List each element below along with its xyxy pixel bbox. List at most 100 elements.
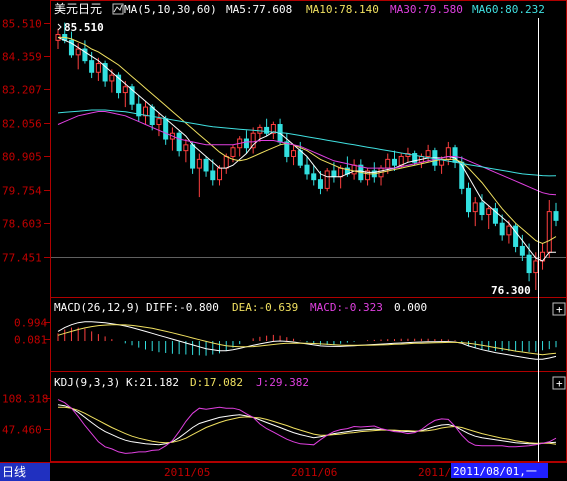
candle-body xyxy=(331,170,337,178)
candle-body xyxy=(425,150,431,157)
candle-body xyxy=(291,150,297,157)
kdj-y-tick-label: 108.318 xyxy=(2,393,48,406)
candle-body xyxy=(264,126,270,134)
x-label-may: 2011/05 xyxy=(164,466,210,479)
candle-body xyxy=(210,170,216,181)
ma10-value: MA10:78.140 xyxy=(306,3,379,16)
kdj-k-value: K:21.182 xyxy=(126,376,179,389)
candle-body xyxy=(553,211,559,221)
ma-indicator-label[interactable]: MA(5,10,30,60) xyxy=(124,3,217,16)
candle-body xyxy=(216,167,223,181)
svg-text:+: + xyxy=(556,303,563,316)
candle-body xyxy=(163,118,169,140)
ma5-value: MA5:77.608 xyxy=(226,3,292,16)
candle xyxy=(183,139,189,163)
candle-body xyxy=(513,225,519,247)
candle-body xyxy=(223,155,229,169)
candle xyxy=(472,197,478,227)
candle xyxy=(250,127,256,154)
panel-frames xyxy=(0,0,567,463)
candle xyxy=(196,153,202,198)
candle-body xyxy=(196,158,202,169)
kdj-k-line xyxy=(57,404,557,446)
candle-body xyxy=(479,202,485,216)
candle xyxy=(465,182,472,218)
candle xyxy=(324,168,330,192)
macd-series xyxy=(57,321,557,360)
y-tick-label: 82.056 xyxy=(2,118,42,131)
kdj-panel-header: KDJ(9,3,3) K:21.182 D:17.082 J:29.382 xyxy=(54,376,309,389)
candle xyxy=(365,168,371,186)
cursor-date: 2011/08/01,一 xyxy=(453,465,537,478)
candle-body xyxy=(176,132,182,152)
candle xyxy=(116,72,122,99)
kdj-expand-button[interactable]: + xyxy=(552,376,566,390)
moving-average-lines xyxy=(57,36,557,262)
chart-canvas[interactable]: 85.510 84.359 83.207 82.056 80.905 79.754 78.6… xyxy=(0,0,567,481)
candle-body xyxy=(351,164,357,175)
y-tick-label: 80.905 xyxy=(2,151,42,164)
period-tab-label[interactable]: 日线 xyxy=(2,465,26,479)
candle xyxy=(156,112,162,137)
candle xyxy=(418,153,424,169)
kdj-series xyxy=(57,399,557,454)
main-panel-header: 美元日元 MA(5,10,30,60) MA5:77.608 MA10:78.1… xyxy=(54,2,545,16)
candle xyxy=(237,136,243,157)
candle-body xyxy=(533,260,539,274)
candle-body xyxy=(526,254,532,274)
bottom-bar: 日线 2011/05 2011/06 2011/0 2011/08/01,一 xyxy=(0,463,548,481)
low-price-label: 76.300 xyxy=(491,284,531,297)
candle-body xyxy=(190,144,196,169)
x-label-jun: 2011/06 xyxy=(291,466,337,479)
instrument-title: 美元日元 xyxy=(54,2,102,16)
ma30-value: MA30:79.580 xyxy=(390,3,463,16)
candle-body xyxy=(499,222,505,236)
macd-title[interactable]: MACD(26,12,9) xyxy=(54,301,140,314)
svg-text:+: + xyxy=(556,377,563,390)
macd-extra-value: 0.000 xyxy=(394,301,427,314)
candle xyxy=(129,83,135,110)
candle xyxy=(311,165,317,186)
candle xyxy=(169,127,175,151)
candle xyxy=(425,144,431,163)
candle xyxy=(190,141,196,174)
candle xyxy=(351,159,357,180)
candle-body xyxy=(203,158,209,172)
candle xyxy=(176,130,182,157)
candle xyxy=(486,205,492,230)
macd-panel-header: MACD(26,12,9) DIFF:-0.800 DEA:-0.639 MAC… xyxy=(54,301,427,314)
candle-body xyxy=(459,161,465,189)
candle xyxy=(492,202,498,227)
ma-toggle-icon[interactable] xyxy=(112,3,124,15)
candle-body xyxy=(472,202,478,213)
y-tick-label: 85.510 xyxy=(2,18,42,31)
candle-body xyxy=(465,187,472,213)
candle-body xyxy=(297,150,303,166)
candle-body xyxy=(445,147,451,160)
candle xyxy=(203,156,209,177)
candle-body xyxy=(391,158,398,166)
high-price-label: 85.510 xyxy=(64,21,104,34)
ma60-value: MA60:80.232 xyxy=(472,3,545,16)
kdj-d-value: D:17.082 xyxy=(190,376,243,389)
kdj-title[interactable]: KDJ(9,3,3) xyxy=(54,376,120,389)
candle-body xyxy=(95,63,101,73)
candle-body xyxy=(486,208,492,216)
candle xyxy=(513,223,519,253)
candle-body xyxy=(122,86,128,94)
y-tick-label: 84.359 xyxy=(2,51,42,64)
high-marker-arrow xyxy=(57,23,62,31)
candle-body xyxy=(89,60,95,73)
y-axis-ticks: 85.510 84.359 83.207 82.056 80.905 79.754 78.6… xyxy=(2,18,50,437)
candle-body xyxy=(183,144,189,152)
macd-diff-line xyxy=(57,321,557,360)
macd-expand-button[interactable]: + xyxy=(552,302,566,316)
candle xyxy=(142,101,149,125)
candle xyxy=(270,121,276,140)
candle xyxy=(540,243,546,270)
y-tick-label: 79.754 xyxy=(2,185,42,198)
candle-body xyxy=(243,138,249,149)
kdj-y-tick-label: 47.460 xyxy=(2,424,42,437)
candle xyxy=(304,156,310,180)
candle xyxy=(553,202,559,227)
